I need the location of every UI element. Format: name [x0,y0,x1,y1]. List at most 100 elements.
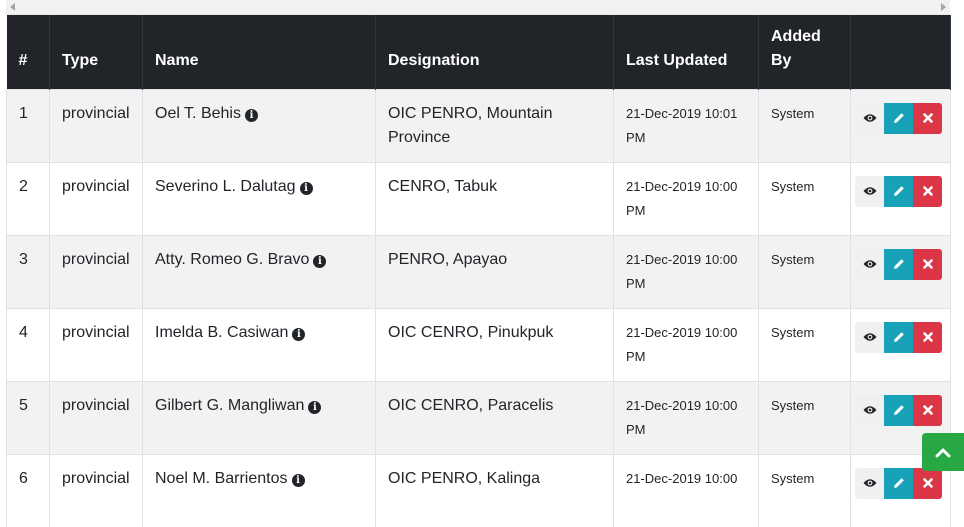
table-row: 2 provincial Severino L. Dalutag i CENRO, Ta… [6,161,951,235]
row-name: Oel T. Behis i [142,88,376,162]
edit-button[interactable] [884,321,913,353]
row-type: provincial [49,161,143,235]
edit-button[interactable] [884,175,913,207]
row-designation-text: OIC PENRO, Mountain Province [388,104,553,146]
pencil-icon [893,259,904,269]
row-name-text: Gilbert G. Mangliwan [155,396,305,414]
delete-button[interactable] [913,102,942,134]
column-header-name[interactable]: Name [142,15,376,89]
pencil-icon [893,113,904,123]
info-circle-icon[interactable]: i [292,327,306,341]
row-type: provincial [49,234,143,308]
delete-button[interactable] [913,321,942,353]
pencil-icon [893,332,904,342]
row-added-by-text: System [771,178,815,194]
scroll-left-arrow-icon[interactable] [10,3,15,11]
row-name: Imelda B. Casiwan i [142,307,376,381]
column-header-actions [850,15,951,89]
table-header: # Type Name Designation Last Updated Add… [6,15,951,89]
row-added-by-text: System [771,105,815,121]
info-circle-icon[interactable]: i [308,400,322,414]
pencil-icon [893,405,904,415]
eye-icon [863,406,876,414]
delete-button[interactable] [913,467,942,499]
row-type-text: provincial [62,396,130,414]
row-number: 3 [6,234,50,308]
view-button[interactable] [855,248,884,280]
row-name: Gilbert G. Mangliwan i [142,380,376,454]
delete-button[interactable] [913,175,942,207]
times-icon [922,259,933,269]
row-name-text: Oel T. Behis [155,104,241,122]
eye-icon [863,260,876,268]
info-circle-icon[interactable]: i [313,254,327,268]
row-number: 5 [6,380,50,454]
column-header-added-by[interactable]: Added By [758,15,851,89]
view-button[interactable] [855,394,884,426]
column-header-type[interactable]: Type [49,15,143,89]
pencil-icon [893,478,904,488]
view-button[interactable] [855,467,884,499]
table-row: 5 provincial Gilbert G. Mangliwan i OIC CENR… [6,380,951,454]
row-number-text: 4 [19,323,28,341]
row-last-updated-text: 21-Dec-2019 10:00 PM [626,397,738,437]
row-type-text: provincial [62,104,130,122]
row-actions [850,161,951,235]
row-actions [850,88,951,162]
view-button[interactable] [855,321,884,353]
column-header-number[interactable]: # [6,15,50,89]
column-header-designation[interactable]: Designation [375,15,614,89]
edit-button[interactable] [884,394,913,426]
row-designation: OIC CENRO, Paracelis [375,380,614,454]
row-number-text: 6 [19,469,28,487]
scroll-right-arrow-icon[interactable] [941,3,946,11]
info-circle-icon[interactable]: i [244,108,258,122]
row-last-updated: 21-Dec-2019 10:00 PM [613,161,759,235]
row-added-by: System [758,234,851,308]
row-added-by: System [758,380,851,454]
delete-button[interactable] [913,394,942,426]
view-button[interactable] [855,102,884,134]
row-added-by: System [758,88,851,162]
row-designation: PENRO, Apayao [375,234,614,308]
delete-button[interactable] [913,248,942,280]
row-added-by-text: System [771,470,815,486]
row-designation-text: CENRO, Tabuk [388,177,498,195]
row-designation-text: OIC CENRO, Paracelis [388,396,554,414]
row-number: 2 [6,161,50,235]
times-icon [922,405,933,415]
row-designation-text: OIC PENRO, Kalinga [388,469,541,487]
scroll-to-top-button[interactable] [922,433,964,471]
row-type-text: provincial [62,177,130,195]
row-type: provincial [49,380,143,454]
times-icon [922,478,933,488]
officials-table: # Type Name Designation Last Updated Add… [6,15,951,527]
view-button[interactable] [855,175,884,207]
row-actions [850,234,951,308]
row-designation: CENRO, Tabuk [375,161,614,235]
eye-icon [863,333,876,341]
row-last-updated: 21-Dec-2019 10:00 PM [613,380,759,454]
row-name-text: Atty. Romeo G. Bravo [155,250,310,268]
edit-button[interactable] [884,248,913,280]
table-row: 1 provincial Oel T. Behis i OIC PENRO, Mount… [6,88,951,162]
row-type-text: provincial [62,323,130,341]
row-number-text: 3 [19,250,28,268]
row-actions [850,307,951,381]
row-type: provincial [49,88,143,162]
edit-button[interactable] [884,102,913,134]
row-added-by-text: System [771,397,815,413]
row-last-updated: 21-Dec-2019 10:00 PM [613,234,759,308]
edit-button[interactable] [884,467,913,499]
row-designation: OIC CENRO, Pinukpuk [375,307,614,381]
row-name-text: Severino L. Dalutag [155,177,296,195]
horizontal-scrollbar[interactable] [6,0,950,15]
column-header-last-updated[interactable]: Last Updated [613,15,759,89]
times-icon [922,113,933,123]
info-circle-icon[interactable]: i [291,473,305,487]
table-row: 4 provincial Imelda B. Casiwan i OIC CENRO, … [6,307,951,381]
times-icon [922,186,933,196]
row-name: Severino L. Dalutag i [142,161,376,235]
info-circle-icon[interactable]: i [299,181,313,195]
row-last-updated: 21-Dec-2019 10:00 PM [613,307,759,381]
